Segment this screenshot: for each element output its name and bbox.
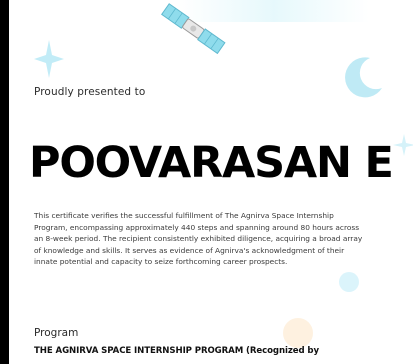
recipient-name: POOVARASAN E: [29, 138, 394, 188]
certificate-card: Proudly presented to POOVARASAN E This c…: [9, 0, 413, 364]
sparkle-icon: [393, 134, 413, 156]
program-label: Program: [34, 327, 79, 339]
satellite-icon: [161, 3, 226, 55]
crescent-moon-icon: [345, 57, 382, 98]
presented-to-text: Proudly presented to: [34, 86, 146, 98]
certificate-description: This certificate verifies the successful…: [34, 211, 363, 267]
decorative-dot: [339, 272, 359, 292]
sparkle-icon: [34, 40, 64, 78]
decorative-dot: [283, 318, 313, 348]
program-name: THE AGNIRVA SPACE INTERNSHIP PROGRAM (Re…: [34, 346, 319, 356]
